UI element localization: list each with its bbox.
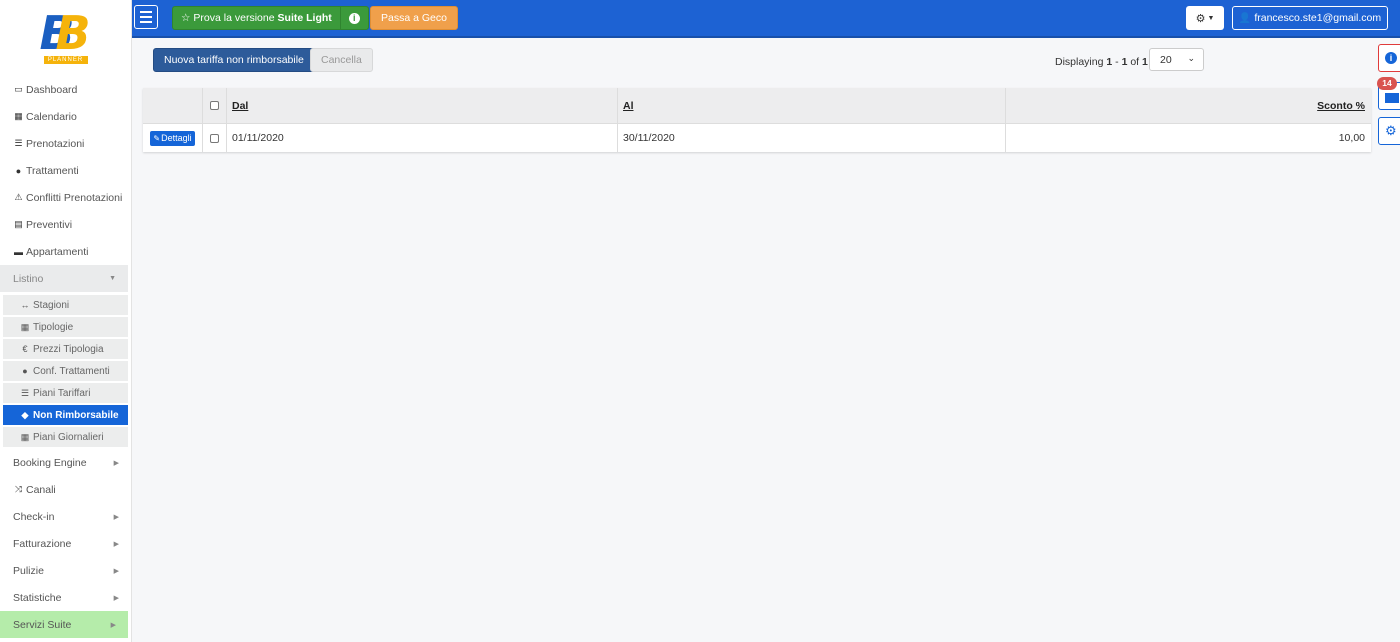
info-icon: i — [348, 12, 360, 24]
header-dal: Dal — [227, 88, 618, 123]
table-row: ✎ Dettagli 01/11/2020 30/11/2020 10,00 — [143, 123, 1371, 152]
settings-panel-button[interactable]: ⚙ — [1378, 117, 1400, 145]
sidebar-nav-bottom: Booking Engine ▶ ⤨ Canali Check-in ▶ Fattur… — [0, 449, 131, 638]
sort-sconto-link[interactable]: Sconto % — [1317, 100, 1365, 112]
switch-to-geco-button[interactable]: Passa a Geco — [370, 6, 458, 30]
caret-right-icon: ▶ — [113, 459, 119, 467]
caret-right-icon: ▶ — [113, 513, 119, 521]
header-sconto: Sconto % — [1006, 88, 1371, 123]
list-icon: ☰ — [14, 138, 23, 148]
cell-dal: 01/11/2020 — [227, 124, 618, 152]
shuffle-icon: ⤨ — [14, 484, 23, 494]
sort-al-link[interactable]: Al — [623, 100, 634, 112]
top-navbar: ☆ Prova la versione Suite Light i Passa … — [132, 0, 1400, 38]
sidebar-item-servizi-suite[interactable]: Servizi Suite ▶ — [0, 611, 128, 638]
table-header: Dal Al Sconto % — [143, 88, 1371, 123]
sort-dal-link[interactable]: Dal — [232, 100, 248, 112]
cell-al: 30/11/2020 — [618, 124, 1006, 152]
caret-right-icon: ▶ — [113, 540, 119, 548]
calculator-icon: ▤ — [14, 219, 23, 229]
row-checkbox[interactable] — [210, 133, 219, 143]
try-suite-light-button[interactable]: ☆ Prova la versione Suite Light i — [172, 6, 369, 30]
row-select-cell — [203, 124, 227, 152]
sidebar-subitem-piani-giornalieri[interactable]: ▦ Piani Giornalieri — [3, 427, 128, 447]
page-size-select[interactable]: 20 ⌄ — [1149, 48, 1204, 71]
bed-icon: ▬ — [14, 246, 23, 257]
caret-down-icon: ▼ — [1207, 14, 1215, 22]
list-icon: ☰ — [20, 387, 30, 398]
listino-submenu: ↔ Stagioni ▦ Tipologie € Prezzi Tipologia ●… — [0, 295, 131, 447]
logo[interactable]: BB PLANNER — [0, 0, 131, 76]
user-menu-button[interactable]: 👤 francesco.ste1@gmail.com — [1232, 6, 1388, 30]
sidebar-subitem-tipologie[interactable]: ▦ Tipologie — [3, 317, 128, 337]
euro-icon: € — [22, 344, 28, 354]
bbplanner-logo-icon: BB PLANNER — [39, 6, 91, 64]
sidebar-nav: ▭ Dashboard ▦ Calendario ☰ Prenotazioni ● Tr… — [0, 76, 131, 292]
gears-icon: ⚙ — [1385, 123, 1397, 138]
cell-sconto: 10,00 — [1338, 132, 1365, 144]
monitor-icon: ▭ — [14, 84, 23, 94]
sidebar-item-listino[interactable]: Listino ▼ — [0, 265, 128, 292]
pencil-icon: ✎ — [153, 133, 161, 143]
sidebar-item-trattamenti[interactable]: ● Trattamenti — [0, 157, 131, 184]
messages-count-badge: 14 — [1377, 77, 1397, 90]
user-icon: 👤 — [1238, 12, 1252, 24]
sidebar-subitem-prezzi-tipologia[interactable]: € Prezzi Tipologia — [3, 339, 128, 359]
sidebar-item-statistiche[interactable]: Statistiche ▶ — [0, 584, 131, 611]
sidebar-subitem-piani-tariffari[interactable]: ☰ Piani Tariffari — [3, 383, 128, 403]
rates-table: Dal Al Sconto % ✎ Dettagli 01/11/2020 30/… — [143, 88, 1371, 152]
gear-icon: ⚙ — [1195, 12, 1206, 25]
details-button[interactable]: ✎ Dettagli — [150, 130, 195, 146]
caret-down-icon: ▼ — [109, 275, 116, 282]
sidebar-item-canali[interactable]: ⤨ Canali — [0, 476, 131, 503]
sidebar-item-calendario[interactable]: ▦ Calendario — [0, 103, 131, 130]
sidebar-subitem-non-rimborsabile[interactable]: ◆ Non Rimborsabile — [3, 405, 128, 425]
sidebar: BB PLANNER ▭ Dashboard ▦ Calendario ☰ Preno… — [0, 0, 132, 642]
sidebar-item-prenotazioni[interactable]: ☰ Prenotazioni — [0, 130, 131, 157]
select-all-checkbox[interactable] — [210, 101, 219, 110]
apple-icon: ● — [15, 165, 22, 176]
row-action-cell: ✎ Dettagli — [143, 124, 203, 152]
settings-dropdown-button[interactable]: ⚙ ▼ — [1186, 6, 1224, 30]
header-al: Al — [618, 88, 1006, 123]
caret-right-icon: ▶ — [110, 621, 116, 629]
arrows-h-icon: ↔ — [20, 300, 30, 310]
sidebar-subitem-stagioni[interactable]: ↔ Stagioni — [3, 295, 128, 315]
menu-toggle-icon[interactable] — [134, 5, 158, 29]
grid-icon: ▦ — [20, 321, 30, 332]
info-panel-button[interactable]: i — [1378, 44, 1400, 72]
envelope-icon — [1385, 93, 1399, 103]
new-nonrefundable-rate-button[interactable]: Nuova tariffa non rimborsabile — [153, 48, 315, 72]
grid-icon: ▦ — [20, 431, 30, 442]
header-actions-cell — [143, 88, 203, 123]
sidebar-subitem-conf-trattamenti[interactable]: ● Conf. Trattamenti — [3, 361, 128, 381]
sidebar-item-preventivi[interactable]: ▤ Preventivi — [0, 211, 131, 238]
caret-right-icon: ▶ — [113, 594, 119, 602]
apple-icon: ● — [22, 366, 28, 376]
calendar-icon: ▦ — [14, 111, 23, 121]
suite-info-button[interactable]: i — [339, 7, 368, 29]
sidebar-item-fatturazione[interactable]: Fatturazione ▶ — [0, 530, 131, 557]
suite-light-label[interactable]: ☆ Prova la versione Suite Light — [173, 7, 340, 29]
sidebar-item-appartamenti[interactable]: ▬ Appartamenti — [0, 238, 131, 265]
chevron-down-icon: ⌄ — [1187, 53, 1195, 63]
tag-icon: ◆ — [21, 409, 29, 420]
star-icon: ☆ — [181, 12, 191, 24]
delete-button[interactable]: Cancella — [310, 48, 373, 72]
warning-icon: ⚠ — [14, 192, 23, 202]
sidebar-item-conflitti[interactable]: ⚠ Conflitti Prenotazioni — [0, 184, 131, 211]
info-icon: i — [1385, 52, 1397, 64]
header-select-all — [203, 88, 227, 123]
pagination-summary: Displaying 1 - 1 of 1 — [1055, 56, 1148, 68]
sidebar-item-dashboard[interactable]: ▭ Dashboard — [0, 76, 131, 103]
sidebar-item-pulizie[interactable]: Pulizie ▶ — [0, 557, 131, 584]
sidebar-item-check-in[interactable]: Check-in ▶ — [0, 503, 131, 530]
caret-right-icon: ▶ — [113, 567, 119, 575]
sidebar-item-booking-engine[interactable]: Booking Engine ▶ — [0, 449, 131, 476]
